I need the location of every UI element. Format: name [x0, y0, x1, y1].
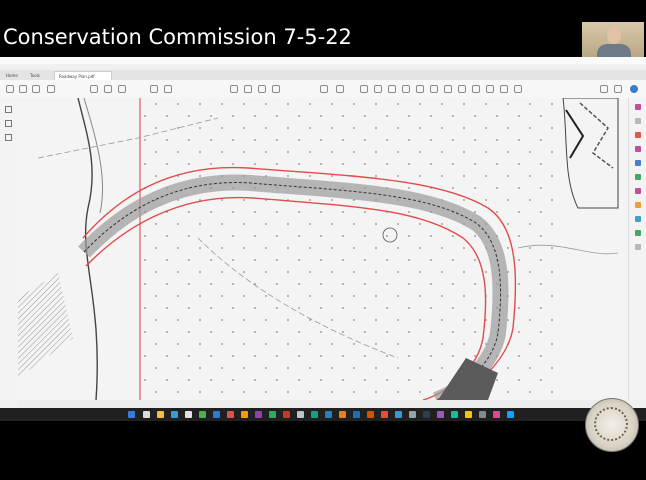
- app-icon[interactable]: [353, 411, 360, 418]
- scroll-down-icon[interactable]: [164, 85, 172, 93]
- text-tool-icon[interactable]: [336, 85, 344, 93]
- table-icon[interactable]: [514, 85, 522, 93]
- app-icon[interactable]: [367, 411, 374, 418]
- polygon-tool-icon[interactable]: [458, 85, 466, 93]
- tab-tools[interactable]: Tools: [26, 71, 48, 80]
- bookmarks-icon[interactable]: [5, 120, 12, 127]
- export-pdf-icon[interactable]: [635, 132, 641, 138]
- redo-icon[interactable]: [118, 85, 126, 93]
- left-panel-rail: [0, 98, 19, 400]
- compress-icon[interactable]: [635, 202, 641, 208]
- share-icon[interactable]: [600, 85, 608, 93]
- windows-taskbar: [0, 408, 646, 421]
- viewer-toolbar: [0, 80, 646, 99]
- app-icon[interactable]: [227, 411, 234, 418]
- app-icon[interactable]: [325, 411, 332, 418]
- zoom-in-icon[interactable]: [272, 85, 280, 93]
- app-icon[interactable]: [381, 411, 388, 418]
- app-icon[interactable]: [255, 411, 262, 418]
- browser-icon[interactable]: [171, 411, 178, 418]
- cloud-tool-icon[interactable]: [472, 85, 480, 93]
- more-tools-icon[interactable]: [635, 244, 641, 250]
- highlighter-icon[interactable]: [374, 85, 382, 93]
- scan-icon[interactable]: [635, 216, 641, 222]
- app-icon[interactable]: [241, 411, 248, 418]
- scroll-up-icon[interactable]: [150, 85, 158, 93]
- app-icon[interactable]: [213, 411, 220, 418]
- edit-pdf-icon[interactable]: [635, 146, 641, 152]
- drawing-canvas[interactable]: [18, 98, 628, 400]
- account-icon[interactable]: [630, 85, 638, 93]
- fill-sign-icon[interactable]: [635, 188, 641, 194]
- app-icon[interactable]: [199, 411, 206, 418]
- home-icon[interactable]: [6, 85, 14, 93]
- app-icon[interactable]: [395, 411, 402, 418]
- town-seal: [585, 398, 639, 452]
- app-icon[interactable]: [437, 411, 444, 418]
- search-icon[interactable]: [635, 118, 641, 124]
- stamp-icon[interactable]: [486, 85, 494, 93]
- settings-icon[interactable]: [614, 85, 622, 93]
- app-icon[interactable]: [479, 411, 486, 418]
- start-icon[interactable]: [128, 411, 135, 418]
- search-icon[interactable]: [143, 411, 150, 418]
- hand-tool-icon[interactable]: [244, 85, 252, 93]
- site-plan-drawing: [18, 98, 628, 400]
- pages-icon[interactable]: [5, 106, 12, 113]
- file-explorer-icon[interactable]: [157, 411, 164, 418]
- bookmark-icon[interactable]: [19, 85, 27, 93]
- app-icon[interactable]: [269, 411, 276, 418]
- comment-icon[interactable]: [635, 104, 641, 110]
- arrow-tool-icon[interactable]: [416, 85, 424, 93]
- meeting-title: Conservation Commission 7-5-22: [3, 25, 352, 49]
- participant-webcam: [582, 22, 644, 58]
- tab-document[interactable]: Roadway Plan.pdf: [54, 71, 112, 80]
- eraser-icon[interactable]: [388, 85, 396, 93]
- rectangle-tool-icon[interactable]: [430, 85, 438, 93]
- save-icon[interactable]: [90, 85, 98, 93]
- tab-home[interactable]: Home: [2, 71, 24, 80]
- app-icon[interactable]: [283, 411, 290, 418]
- line-tool-icon[interactable]: [402, 85, 410, 93]
- tab-strip: Home Tools Roadway Plan.pdf: [0, 70, 646, 80]
- app-icon[interactable]: [185, 411, 192, 418]
- zoom-out-icon[interactable]: [258, 85, 266, 93]
- shared-screen: Home Tools Roadway Plan.pdf: [0, 57, 646, 408]
- app-icon[interactable]: [493, 411, 500, 418]
- app-icon[interactable]: [297, 411, 304, 418]
- pen-icon[interactable]: [360, 85, 368, 93]
- print-icon[interactable]: [47, 85, 55, 93]
- organize-pages-icon[interactable]: [635, 160, 641, 166]
- app-icon[interactable]: [451, 411, 458, 418]
- protect-icon[interactable]: [635, 174, 641, 180]
- attachments-icon[interactable]: [5, 134, 12, 141]
- undo-icon[interactable]: [104, 85, 112, 93]
- app-icon[interactable]: [507, 411, 514, 418]
- right-panel-rail: [628, 98, 646, 400]
- measure-tool-icon[interactable]: [635, 230, 641, 236]
- app-icon[interactable]: [423, 411, 430, 418]
- fit-page-icon[interactable]: [320, 85, 328, 93]
- app-icon[interactable]: [311, 411, 318, 418]
- app-title-bar: [0, 57, 646, 64]
- status-bar: [18, 400, 628, 408]
- app-icon[interactable]: [409, 411, 416, 418]
- select-tool-icon[interactable]: [230, 85, 238, 93]
- ellipse-tool-icon[interactable]: [444, 85, 452, 93]
- measure-icon[interactable]: [500, 85, 508, 93]
- app-icon[interactable]: [339, 411, 346, 418]
- app-icon[interactable]: [465, 411, 472, 418]
- upload-icon[interactable]: [32, 85, 40, 93]
